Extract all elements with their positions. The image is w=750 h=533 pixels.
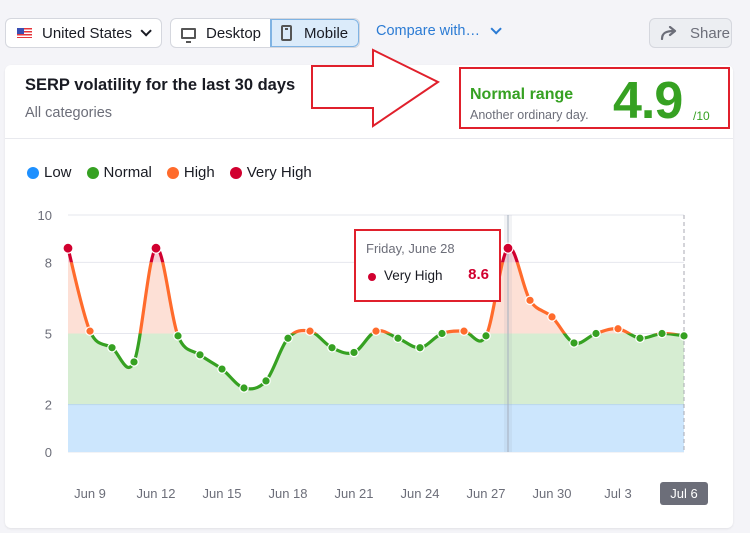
x-tick-label: Jun 21 [334, 486, 373, 501]
y-tick-label: 0 [45, 445, 52, 460]
data-point [239, 383, 249, 393]
x-tick-label: Jun 18 [268, 486, 307, 501]
data-point [349, 347, 359, 358]
x-tick-label: Jun 30 [532, 486, 571, 501]
data-point [502, 242, 514, 254]
x-tick-label: Jun 9 [74, 486, 106, 501]
annotation-arrow [311, 48, 440, 128]
tooltip-date: Friday, June 28 [366, 241, 455, 256]
y-tick-label: 2 [45, 398, 52, 413]
data-point [635, 333, 645, 344]
data-point [107, 342, 117, 353]
data-point [437, 328, 447, 339]
x-tick-label: Jul 6 [670, 486, 697, 501]
data-point [393, 333, 403, 344]
x-tick-label: Jul 3 [604, 486, 631, 501]
y-tick-label: 8 [45, 255, 52, 270]
tooltip-value: 8.6 [468, 266, 489, 283]
x-tick-label: Jun 15 [202, 486, 241, 501]
data-point [129, 357, 139, 367]
data-point [591, 328, 601, 339]
data-point [283, 333, 293, 344]
data-point [261, 376, 271, 386]
x-tick-label: Jun 27 [466, 486, 505, 501]
data-point [327, 342, 337, 353]
data-point [85, 326, 95, 336]
data-point [459, 326, 469, 336]
data-point [371, 326, 381, 336]
data-point [195, 350, 205, 360]
band-normal [68, 333, 684, 405]
data-point [481, 331, 491, 341]
band-low [68, 404, 684, 452]
x-tick-label: Jun 24 [400, 486, 439, 501]
chart-tooltip: Friday, June 28 Very High 8.6 [354, 229, 501, 302]
data-point [657, 328, 667, 339]
data-point [569, 338, 579, 348]
y-tick-label: 5 [45, 327, 52, 342]
data-point [150, 242, 162, 254]
data-point [679, 331, 689, 341]
x-tick-label: Jun 12 [136, 486, 175, 501]
tooltip-level: Very High [384, 268, 443, 283]
data-point [217, 364, 227, 374]
data-point [173, 331, 183, 341]
data-point [525, 295, 535, 306]
data-point [305, 326, 315, 336]
data-point [62, 242, 74, 254]
y-tick-label: 10 [38, 208, 52, 223]
data-point [613, 323, 623, 334]
tooltip-dot-icon [368, 273, 376, 281]
data-point [415, 342, 425, 353]
data-point [547, 312, 557, 322]
